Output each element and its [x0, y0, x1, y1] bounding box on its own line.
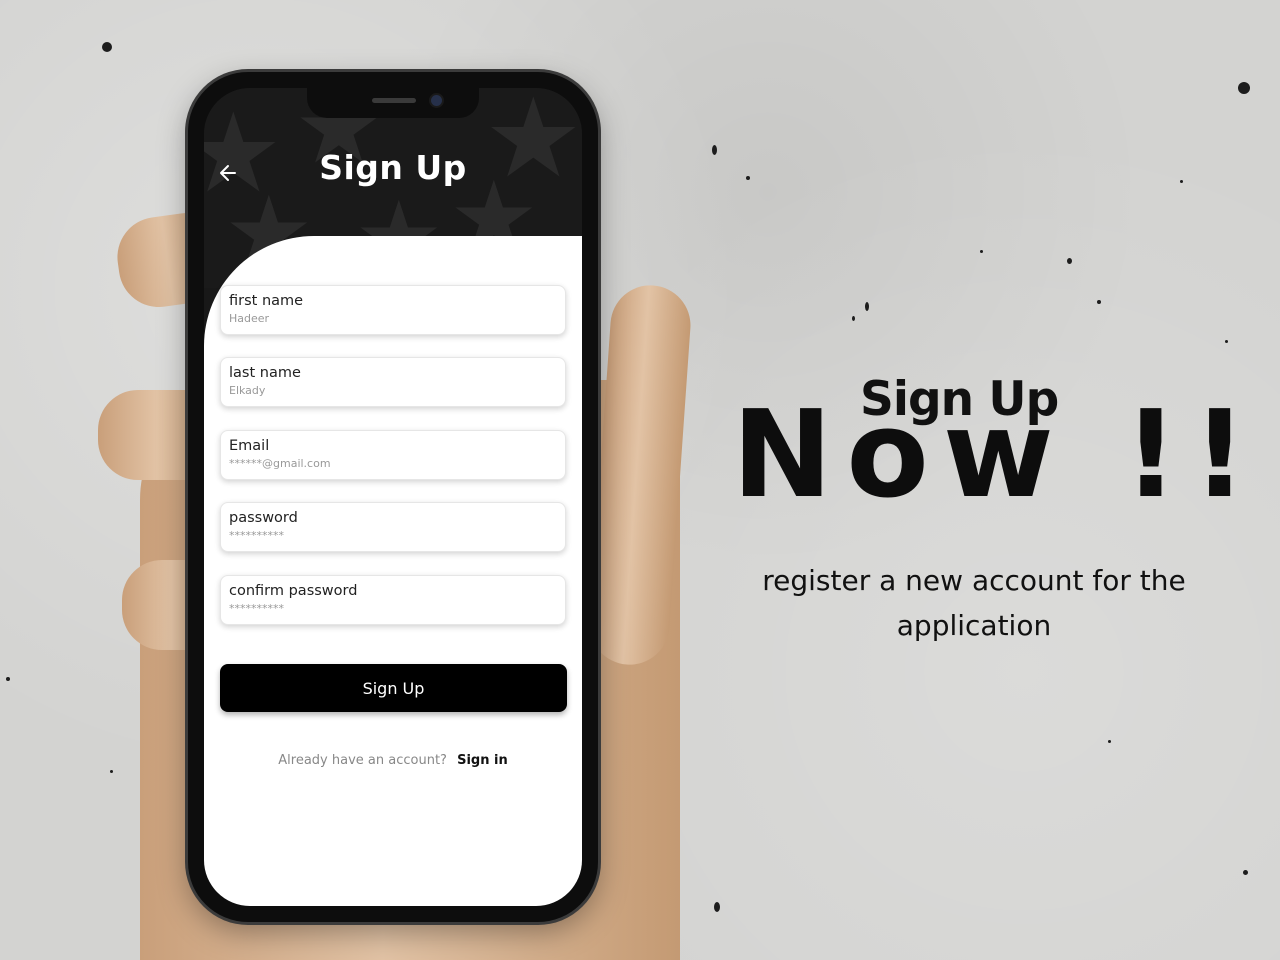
field-label: Email — [229, 438, 270, 454]
background-speck — [852, 316, 855, 321]
background-speck — [6, 677, 10, 681]
background-speck — [1108, 740, 1111, 743]
field-label: last name — [229, 365, 301, 381]
background-speck — [1097, 300, 1101, 304]
background-speck — [1225, 340, 1228, 343]
first-name-input[interactable] — [229, 312, 549, 325]
signin-row: Already have an account? Sign in — [204, 753, 582, 768]
background-speck — [1067, 258, 1072, 264]
camera-icon — [431, 95, 442, 106]
background-speck — [712, 145, 717, 155]
signup-button[interactable]: Sign Up — [220, 664, 567, 712]
promo-description: register a new account for the applicati… — [762, 564, 1186, 642]
confirm-password-input[interactable] — [229, 602, 549, 615]
background-speck — [1238, 82, 1250, 94]
confirm-password-field[interactable]: confirm password — [220, 575, 566, 625]
background-speck — [865, 302, 869, 311]
promo-headline-small: Sign Up — [860, 372, 1059, 427]
email-field[interactable]: Email — [220, 430, 566, 480]
background-speck — [714, 902, 720, 912]
background-speck — [1180, 180, 1183, 183]
page-title: Sign Up — [319, 148, 467, 187]
background-speck — [746, 176, 750, 180]
background-speck — [110, 770, 113, 773]
password-field[interactable]: password — [220, 502, 566, 552]
last-name-input[interactable] — [229, 384, 549, 397]
email-input[interactable] — [229, 457, 549, 470]
background-speck — [102, 42, 112, 52]
phone-screen: ★ ★ ★ ★ ★ ★ Sign Up first name last name — [204, 88, 582, 906]
phone-notch — [307, 88, 479, 118]
field-label: first name — [229, 293, 304, 309]
signin-prompt: Already have an account? — [278, 753, 447, 768]
last-name-field[interactable]: last name — [220, 357, 566, 407]
first-name-field[interactable]: first name — [220, 285, 566, 335]
password-input[interactable] — [229, 529, 549, 542]
background-speck — [1243, 870, 1248, 875]
speaker-grille — [372, 98, 416, 103]
background-speck — [980, 250, 983, 253]
signup-form: first name last name Email password conf… — [204, 236, 582, 906]
signin-link[interactable]: Sign in — [457, 753, 508, 768]
field-label: confirm password — [229, 583, 358, 599]
phone-mockup: ★ ★ ★ ★ ★ ★ Sign Up first name last name — [188, 72, 598, 922]
field-label: password — [229, 510, 298, 526]
